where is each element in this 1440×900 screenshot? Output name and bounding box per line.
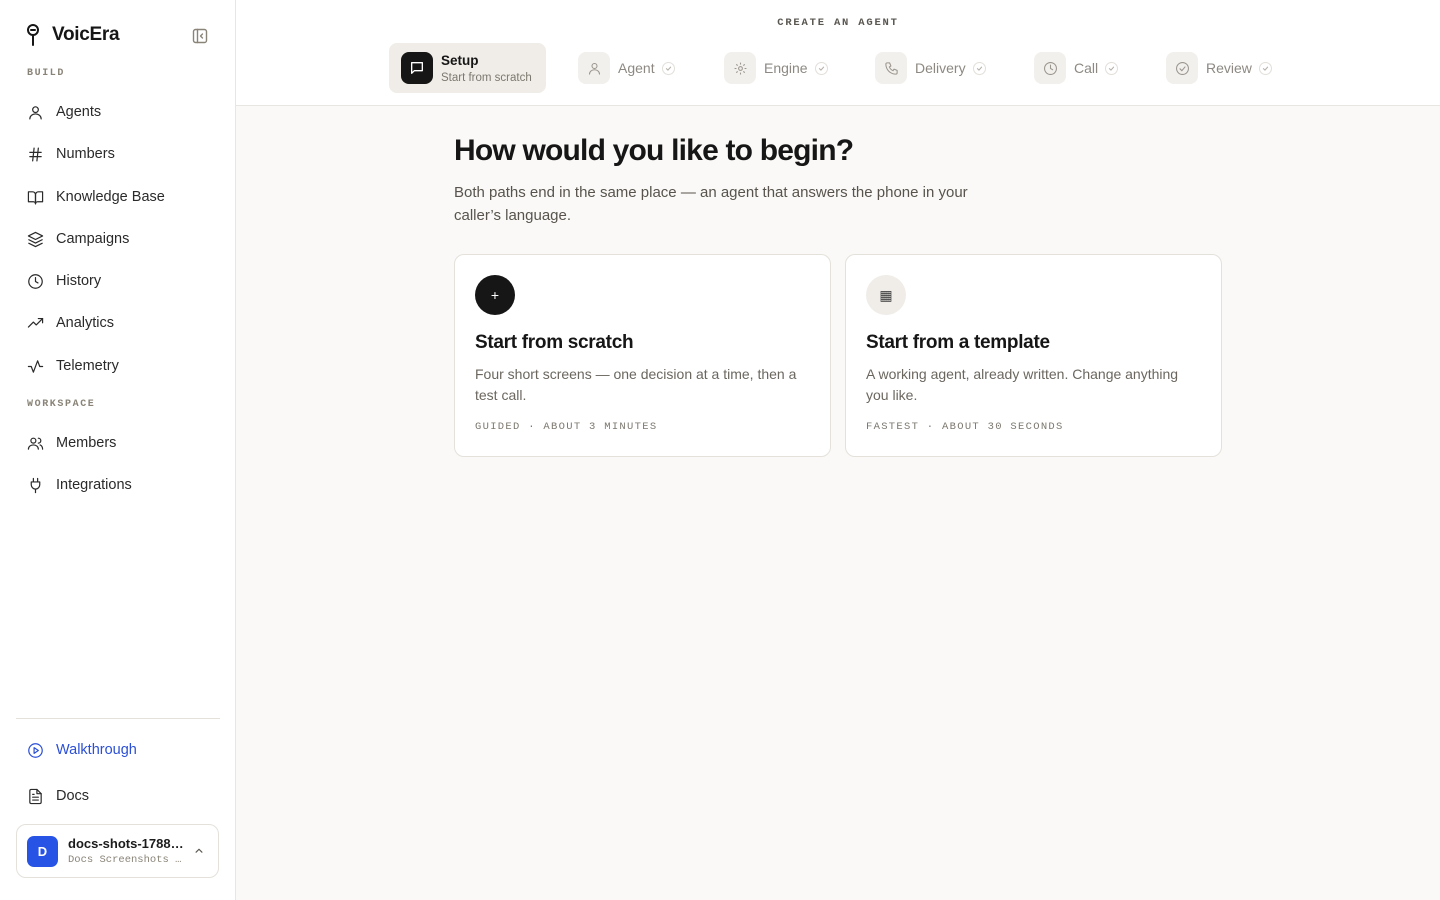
book-icon [26,188,44,206]
clock-icon [26,272,44,290]
sidebar-divider [16,718,220,719]
option-start-from-template[interactable]: ▦ Start from a template A working agent,… [845,254,1222,457]
check-icon [1105,61,1119,75]
page-title: CREATE AN AGENT [777,17,899,29]
account-text: docs-shots-1788… Docs Screenshots … [68,836,186,866]
step-label: Engine [764,60,808,76]
user-icon [578,52,610,84]
sidebar-item-label: Members [56,435,117,451]
account-subtitle: Docs Screenshots … [68,854,182,866]
sidebar-item-knowledge-base[interactable]: Knowledge Base [16,180,220,214]
sidebar-item-label: Telemetry [56,358,119,374]
plug-icon [26,476,44,494]
sidebar-item-label: Analytics [56,315,115,331]
check-icon [972,61,986,75]
check-circle-icon [1166,52,1198,84]
step-setup-text: Setup Start from scratch [441,53,532,84]
step-label: Review [1206,60,1252,76]
message-square-icon [401,52,433,84]
sidebar-item-label: Campaigns [56,231,130,247]
step-label: Delivery [915,60,966,76]
sidebar-item-docs[interactable]: Docs [16,779,220,813]
step-call[interactable]: Call [1034,43,1119,93]
step-label: Call [1074,60,1099,76]
phone-icon [875,52,907,84]
sidebar-item-campaigns[interactable]: Campaigns [16,222,220,256]
account-name: docs-shots-1788… [68,836,184,851]
option-description: Four short screens — one decision at a t… [475,366,797,403]
step-label: Agent [618,60,655,76]
check-icon [814,61,828,75]
step-setup[interactable]: Setup Start from scratch [389,43,546,93]
sidebar-item-label: Knowledge Base [56,189,165,205]
sidebar-item-walkthrough[interactable]: Walkthrough [16,733,220,767]
sidebar: VoicEra BUILD Agents Numbers Knowledge B… [0,0,236,900]
check-icon [661,61,675,75]
sidebar-item-label: Numbers [56,146,115,162]
section-label-build: BUILD [27,68,66,79]
collapse-sidebar-icon[interactable] [191,27,209,45]
chevron-up-icon [192,844,206,858]
file-text-icon [26,787,44,805]
option-meta: FASTEST · ABOUT 30 SECONDS [866,421,1064,433]
sidebar-item-label: Walkthrough [56,742,137,758]
option-description: A working agent, already written. Change… [866,366,1179,403]
check-icon [1258,61,1272,75]
activity-icon [26,357,44,375]
avatar: D [27,835,58,867]
brand-name: VoicEra [52,24,120,45]
gear-icon [724,52,756,84]
sidebar-item-members[interactable]: Members [16,426,220,460]
layers-icon [26,230,44,248]
step-sublabel: Start from scratch [441,71,532,84]
step-label: Setup [441,52,479,68]
option-meta: GUIDED · ABOUT 3 MINUTES [475,421,658,433]
clock-icon [1034,52,1066,84]
sidebar-item-numbers[interactable]: Numbers [16,137,220,171]
microphone-logo-icon [24,22,42,48]
step-engine[interactable]: Engine [724,43,828,93]
option-title: Start from a template [866,332,1050,353]
step-delivery[interactable]: Delivery [875,43,986,93]
grid-icon: ▦ [866,275,906,315]
play-circle-icon [26,741,44,759]
option-start-from-scratch[interactable]: + Start from scratch Four short screens … [454,254,831,457]
sidebar-item-label: Integrations [56,477,132,493]
step-review[interactable]: Review [1166,43,1272,93]
user-icon [26,103,44,121]
sidebar-item-agents[interactable]: Agents [16,95,220,129]
sidebar-item-label: Agents [56,104,102,120]
sidebar-item-integrations[interactable]: Integrations [16,468,220,502]
section-label-workspace: WORKSPACE [27,399,96,410]
sidebar-item-analytics[interactable]: Analytics [16,306,220,340]
brand[interactable]: VoicEra [24,22,120,48]
wizard-header: CREATE AN AGENT Setup Start from scratch… [236,0,1440,106]
page-description: Both paths end in the same place — an ag… [454,184,968,224]
hash-icon [26,145,44,163]
trending-up-icon [26,314,44,332]
account-switcher[interactable]: D docs-shots-1788… Docs Screenshots … [16,824,219,878]
option-title: Start from scratch [475,332,634,353]
step-agent[interactable]: Agent [578,43,675,93]
users-icon [26,434,44,452]
sidebar-item-label: Docs [56,788,90,804]
plus-icon: + [475,275,515,315]
sidebar-item-label: History [56,273,102,289]
sidebar-item-history[interactable]: History [16,264,220,298]
sidebar-item-telemetry[interactable]: Telemetry [16,349,220,383]
page-heading: How would you like to begin? [454,134,854,167]
